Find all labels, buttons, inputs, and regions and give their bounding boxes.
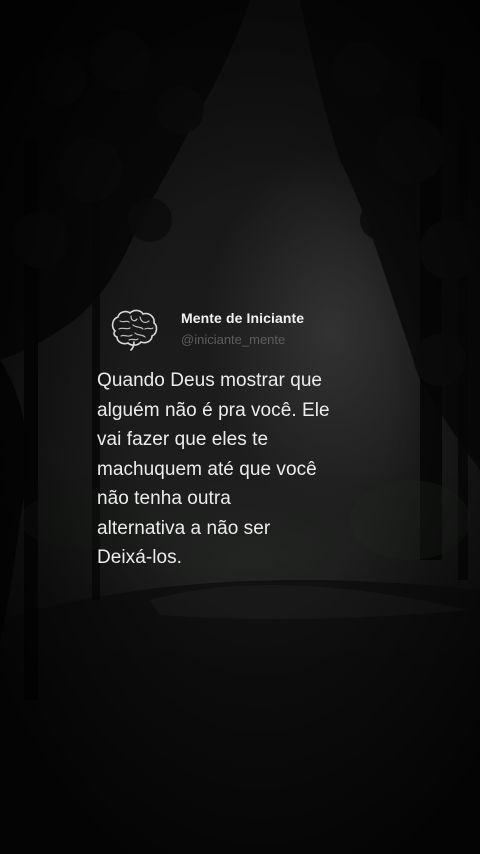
brain-icon — [105, 306, 163, 352]
author-display-name[interactable]: Mente de Iniciante — [181, 309, 304, 327]
author-info: Mente de Iniciante @iniciante_mente — [181, 309, 304, 349]
post-text: Quando Deus mostrar que alguém não é pra… — [97, 370, 330, 568]
quote-post: Mente de Iniciante @iniciante_mente Quan… — [97, 304, 397, 573]
story-screen: Mente de Iniciante @iniciante_mente Quan… — [0, 0, 480, 854]
post-header: Mente de Iniciante @iniciante_mente — [97, 304, 397, 354]
author-handle[interactable]: @iniciante_mente — [181, 331, 304, 349]
